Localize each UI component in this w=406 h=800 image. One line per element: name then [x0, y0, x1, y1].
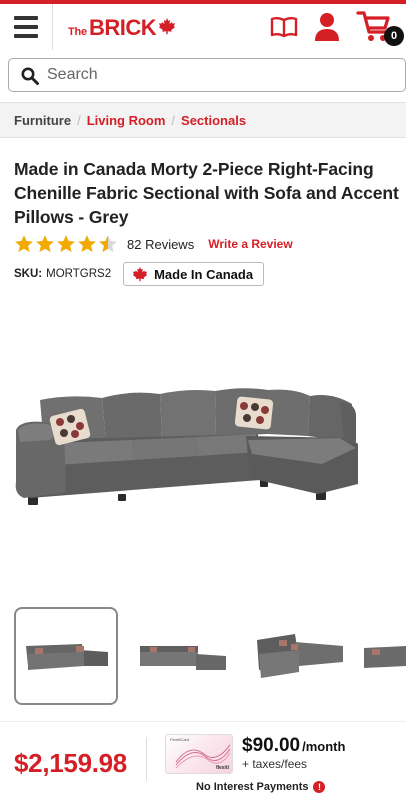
catalogue-icon[interactable]: [270, 16, 298, 38]
info-icon[interactable]: !: [313, 781, 326, 793]
accent-pillow: [234, 396, 274, 430]
product-main-image[interactable]: [10, 382, 358, 512]
star-icon: [99, 235, 117, 252]
monthly-payment: $90.00/month: [242, 735, 345, 757]
brand-logo[interactable]: The BRICK: [68, 15, 176, 41]
section-divider: [0, 721, 406, 722]
reviews-count-link[interactable]: 82 Reviews: [127, 237, 194, 252]
header-divider: [52, 4, 53, 50]
monthly-unit: /month: [302, 739, 346, 754]
cart-count-badge: 0: [384, 26, 404, 46]
sku-label: SKU:: [14, 268, 43, 280]
breadcrumb-furniture[interactable]: Furniture: [14, 113, 71, 128]
write-review-link[interactable]: Write a Review: [208, 237, 292, 251]
search-bar[interactable]: [8, 58, 406, 92]
star-icon: [36, 235, 54, 252]
star-icon: [78, 235, 96, 252]
flexiti-card-image: FlexitiCard flexiti: [165, 734, 233, 774]
image-thumbnails: [14, 607, 406, 705]
thumbnail-3[interactable]: [246, 607, 350, 705]
made-in-canada-label: Made In Canada: [154, 266, 254, 282]
breadcrumb-living-room[interactable]: Living Room: [87, 113, 166, 128]
thumbnail-sectional-image: [26, 644, 108, 670]
search-icon: [21, 67, 39, 85]
maple-leaf-icon: [159, 17, 176, 35]
product-title: Made in Canada Morty 2-Piece Right-Facin…: [14, 159, 399, 227]
maple-leaf-icon: [132, 266, 148, 282]
sku-value: MORTGRS2: [46, 268, 112, 280]
thumbnail-sectional-partial-image: [364, 646, 406, 668]
breadcrumb-bar: Furniture / Living Room / Sectionals: [0, 102, 406, 138]
logo-prefix: The: [68, 26, 87, 38]
product-price: $2,159.98: [14, 748, 127, 778]
breadcrumb-sectionals[interactable]: Sectionals: [181, 113, 246, 128]
site-header: The BRICK 0: [0, 4, 406, 54]
breadcrumb: Furniture / Living Room / Sectionals: [14, 113, 246, 128]
taxes-fees-note: + taxes/fees: [242, 757, 308, 771]
no-interest-label: No Interest Payments: [196, 781, 309, 793]
breadcrumb-separator: /: [171, 113, 176, 128]
thumbnail-4[interactable]: [362, 607, 406, 705]
star-icon: [57, 235, 75, 252]
logo-wordmark: BRICK: [88, 15, 157, 40]
star-icon: [15, 235, 33, 252]
menu-icon[interactable]: [14, 16, 38, 38]
monthly-amount: $90.00: [242, 735, 301, 756]
card-brand: flexiti: [215, 765, 229, 771]
thumbnail-1[interactable]: [14, 607, 118, 705]
account-icon[interactable]: [314, 12, 340, 42]
sku-row: SKU: MORTGRS2 Made In Canada: [14, 262, 265, 286]
star-rating[interactable]: [14, 234, 119, 254]
thumbnail-sectional-angle-image: [257, 634, 343, 678]
price-divider: [146, 737, 147, 781]
made-in-canada-badge: Made In Canada: [123, 262, 265, 286]
rating-row: 82 Reviews Write a Review: [14, 233, 293, 255]
thumbnail-2[interactable]: [130, 607, 234, 705]
no-interest-payments[interactable]: No Interest Payments !: [196, 781, 326, 793]
thumbnail-sectional-front-image: [140, 646, 226, 670]
search-input[interactable]: [47, 63, 387, 87]
breadcrumb-separator: /: [77, 113, 81, 128]
